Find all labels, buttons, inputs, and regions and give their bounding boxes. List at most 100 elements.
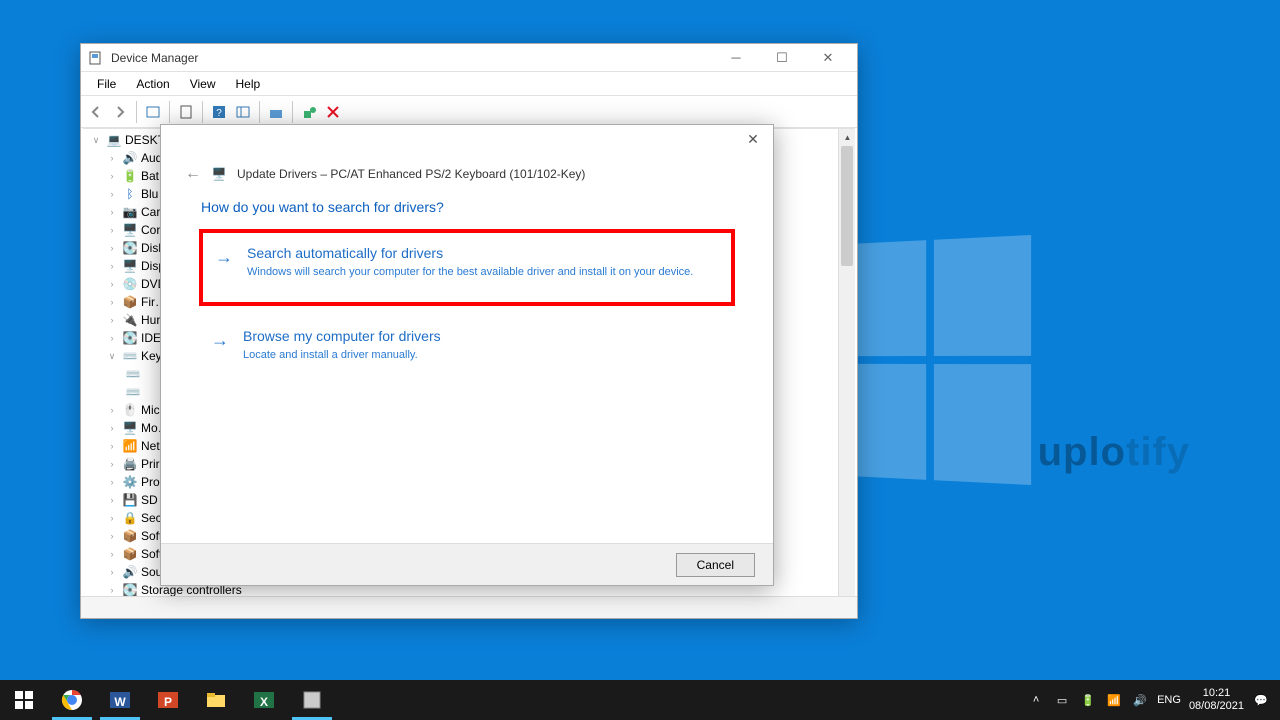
- toolbar-scan-button[interactable]: [232, 101, 254, 123]
- camera-icon: 📷: [122, 204, 138, 220]
- svg-text:?: ?: [216, 108, 222, 119]
- disk-icon: 💽: [122, 240, 138, 256]
- expand-arrow-icon[interactable]: ›: [105, 315, 119, 325]
- expand-arrow-icon[interactable]: ›: [105, 585, 119, 595]
- arrow-right-icon: →: [215, 247, 233, 268]
- dvd-icon: 💿: [122, 276, 138, 292]
- expand-arrow-icon[interactable]: ›: [105, 189, 119, 199]
- processor-icon: ⚙️: [122, 474, 138, 490]
- mouse-icon: 🖱️: [122, 402, 138, 418]
- expand-arrow-icon[interactable]: ›: [105, 261, 119, 271]
- computer-icon: 🖥️: [122, 222, 138, 238]
- tray-language[interactable]: ENG: [1157, 694, 1181, 706]
- expand-arrow-icon[interactable]: ›: [105, 333, 119, 343]
- software-icon: 📦: [122, 528, 138, 544]
- svg-text:X: X: [260, 695, 268, 709]
- cancel-button[interactable]: Cancel: [676, 553, 755, 577]
- expand-arrow-icon[interactable]: ›: [105, 171, 119, 181]
- expand-arrow-icon[interactable]: ›: [105, 297, 119, 307]
- svg-text:W: W: [114, 695, 126, 709]
- expand-arrow-icon[interactable]: ›: [105, 567, 119, 577]
- expand-arrow-icon[interactable]: ›: [105, 423, 119, 433]
- toolbar-help-button[interactable]: ?: [208, 101, 230, 123]
- scroll-thumb[interactable]: [841, 146, 853, 266]
- toolbar-update-button[interactable]: [265, 101, 287, 123]
- expand-arrow-icon[interactable]: ›: [105, 495, 119, 505]
- taskbar-device-manager-icon[interactable]: [288, 680, 336, 720]
- expand-arrow-icon[interactable]: ›: [105, 513, 119, 523]
- expand-arrow-icon[interactable]: ∨: [89, 135, 103, 146]
- option-description: Windows will search your computer for th…: [247, 265, 715, 280]
- window-title: Device Manager: [111, 51, 713, 65]
- menu-view[interactable]: View: [180, 73, 226, 95]
- keyboard-icon: ⌨️: [125, 384, 141, 400]
- expand-arrow-icon[interactable]: ›: [105, 279, 119, 289]
- scroll-up-button[interactable]: ▲: [839, 129, 855, 146]
- taskbar-chrome-icon[interactable]: [48, 680, 96, 720]
- expand-arrow-icon[interactable]: ›: [105, 225, 119, 235]
- tray-time: 10:21: [1189, 687, 1244, 700]
- expand-arrow-icon[interactable]: ›: [105, 153, 119, 163]
- dialog-breadcrumb: Update Drivers – PC/AT Enhanced PS/2 Key…: [237, 167, 585, 181]
- network-icon: 📶: [122, 438, 138, 454]
- software-icon: 📦: [122, 546, 138, 562]
- expand-arrow-icon[interactable]: ›: [105, 459, 119, 469]
- computer-icon: 💻: [106, 132, 122, 148]
- menubar: File Action View Help: [81, 72, 857, 96]
- tray-chevron-up-icon[interactable]: ˄: [1027, 691, 1045, 709]
- battery-icon: 🔋: [122, 168, 138, 184]
- option-browse-computer[interactable]: → Browse my computer for drivers Locate …: [199, 316, 735, 385]
- expand-arrow-icon[interactable]: ›: [105, 477, 119, 487]
- dialog-close-button[interactable]: ✕: [739, 131, 767, 153]
- menu-help[interactable]: Help: [226, 73, 271, 95]
- tray-date: 08/08/2021: [1189, 700, 1244, 713]
- tray-battery-icon[interactable]: 🔋: [1079, 691, 1097, 709]
- toolbar-properties-button[interactable]: [175, 101, 197, 123]
- option-title: Browse my computer for drivers: [243, 328, 719, 344]
- desktop: uplotify Device Manager ─ ☐ ✕ File Actio…: [0, 0, 1280, 720]
- tray-volume-icon[interactable]: 🔊: [1131, 691, 1149, 709]
- option-search-automatically[interactable]: → Search automatically for drivers Windo…: [199, 229, 735, 306]
- menu-action[interactable]: Action: [126, 73, 179, 95]
- tray-wifi-icon[interactable]: 📶: [1105, 691, 1123, 709]
- expand-arrow-icon[interactable]: ›: [105, 549, 119, 559]
- firmware-icon: 📦: [122, 294, 138, 310]
- option-description: Locate and install a driver manually.: [243, 348, 719, 363]
- printer-icon: 🖨️: [122, 456, 138, 472]
- toolbar-uninstall-button[interactable]: [298, 101, 320, 123]
- keyboard-icon: ⌨️: [125, 366, 141, 382]
- start-button[interactable]: [0, 680, 48, 720]
- dialog-back-button[interactable]: ←: [185, 165, 201, 183]
- tray-notifications-icon[interactable]: 💬: [1252, 691, 1270, 709]
- option-title: Search automatically for drivers: [247, 245, 715, 261]
- audio-icon: 🔊: [122, 150, 138, 166]
- maximize-button[interactable]: ☐: [759, 44, 805, 72]
- keyboard-icon: ⌨️: [122, 348, 138, 364]
- tray-clock[interactable]: 10:21 08/08/2021: [1189, 687, 1244, 713]
- scrollbar[interactable]: ▲ ▼: [838, 129, 855, 616]
- tray-icon[interactable]: ▭: [1053, 691, 1071, 709]
- toolbar-back-button[interactable]: [85, 101, 107, 123]
- taskbar: W P X ˄ ▭ 🔋 📶 🔊 ENG 10:21 08/08/2021 💬: [0, 680, 1280, 720]
- update-drivers-dialog: ✕ ← 🖥️ Update Drivers – PC/AT Enhanced P…: [160, 124, 774, 586]
- close-button[interactable]: ✕: [805, 44, 851, 72]
- expand-arrow-icon[interactable]: ›: [105, 441, 119, 451]
- titlebar: Device Manager ─ ☐ ✕: [81, 44, 857, 72]
- taskbar-explorer-icon[interactable]: [192, 680, 240, 720]
- menu-file[interactable]: File: [87, 73, 126, 95]
- expand-arrow-icon[interactable]: ›: [105, 531, 119, 541]
- expand-arrow-icon[interactable]: ›: [105, 207, 119, 217]
- taskbar-word-icon[interactable]: W: [96, 680, 144, 720]
- device-manager-icon: [87, 50, 103, 66]
- taskbar-powerpoint-icon[interactable]: P: [144, 680, 192, 720]
- monitor-icon: 🖥️: [122, 420, 138, 436]
- toolbar-forward-button[interactable]: [109, 101, 131, 123]
- toolbar-show-hide-button[interactable]: [142, 101, 164, 123]
- taskbar-excel-icon[interactable]: X: [240, 680, 288, 720]
- ide-icon: 💽: [122, 330, 138, 346]
- minimize-button[interactable]: ─: [713, 44, 759, 72]
- expand-arrow-icon[interactable]: ›: [105, 405, 119, 415]
- expand-arrow-icon[interactable]: ∨: [105, 351, 119, 362]
- toolbar-disable-button[interactable]: [322, 101, 344, 123]
- expand-arrow-icon[interactable]: ›: [105, 243, 119, 253]
